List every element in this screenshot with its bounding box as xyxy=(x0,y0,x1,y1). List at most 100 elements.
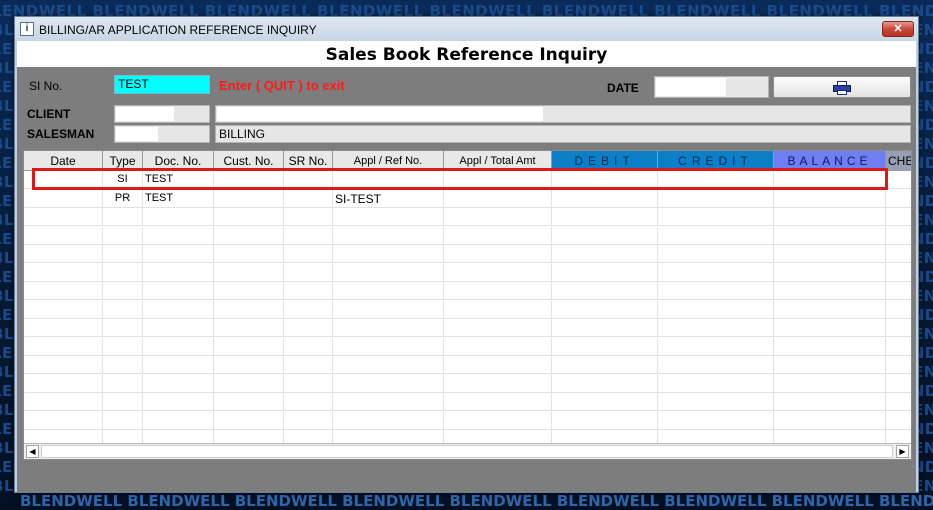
cell-check[interactable] xyxy=(886,282,911,300)
print-button[interactable] xyxy=(773,76,911,98)
cell-cust-no[interactable] xyxy=(214,356,284,374)
cell-debit[interactable] xyxy=(552,171,658,189)
cell-debit[interactable] xyxy=(552,300,658,319)
cell-appl-total[interactable] xyxy=(444,245,552,263)
cell-appl-total[interactable] xyxy=(444,282,552,300)
table-row[interactable] xyxy=(24,245,911,263)
cell-appl-total[interactable] xyxy=(444,226,552,245)
cell-type[interactable] xyxy=(103,393,143,411)
cell-debit[interactable] xyxy=(552,356,658,374)
cell-date[interactable] xyxy=(24,300,103,319)
cell-debit[interactable] xyxy=(552,337,658,356)
cell-type[interactable] xyxy=(103,319,143,337)
cell-appl-ref[interactable] xyxy=(333,393,444,411)
cell-sr-no[interactable] xyxy=(284,263,333,282)
cell-balance[interactable] xyxy=(774,171,886,189)
cell-appl-ref[interactable] xyxy=(333,300,444,319)
cell-appl-ref[interactable] xyxy=(333,374,444,393)
cell-cust-no[interactable] xyxy=(214,411,284,430)
col-header-type[interactable]: Type xyxy=(103,151,143,171)
cell-sr-no[interactable] xyxy=(284,189,333,208)
table-row[interactable] xyxy=(24,263,911,282)
scroll-left-icon[interactable]: ◀ xyxy=(26,445,39,458)
cell-balance[interactable] xyxy=(774,393,886,411)
cell-credit[interactable] xyxy=(658,189,774,208)
cell-balance[interactable] xyxy=(774,226,886,245)
cell-sr-no[interactable] xyxy=(284,319,333,337)
cell-credit[interactable] xyxy=(658,374,774,393)
cell-doc-no[interactable] xyxy=(143,226,214,245)
cell-doc-no[interactable] xyxy=(143,282,214,300)
cell-date[interactable] xyxy=(24,282,103,300)
cell-type[interactable] xyxy=(103,245,143,263)
cell-date[interactable] xyxy=(24,356,103,374)
cell-sr-no[interactable] xyxy=(284,393,333,411)
date-field[interactable] xyxy=(654,76,769,98)
cell-doc-no[interactable] xyxy=(143,356,214,374)
cell-doc-no[interactable]: TEST xyxy=(143,171,214,189)
cell-debit[interactable] xyxy=(552,393,658,411)
cell-sr-no[interactable] xyxy=(284,282,333,300)
cell-appl-ref[interactable] xyxy=(333,226,444,245)
cell-debit[interactable] xyxy=(552,208,658,226)
client-name-field[interactable] xyxy=(215,105,911,123)
cell-appl-ref[interactable] xyxy=(333,411,444,430)
cell-doc-no[interactable] xyxy=(143,411,214,430)
cell-credit[interactable] xyxy=(658,245,774,263)
cell-cust-no[interactable] xyxy=(214,337,284,356)
cell-check[interactable] xyxy=(886,393,911,411)
cell-appl-total[interactable] xyxy=(444,393,552,411)
scroll-right-icon[interactable]: ▶ xyxy=(896,445,909,458)
cell-check[interactable] xyxy=(886,375,911,393)
cell-credit[interactable] xyxy=(658,282,774,300)
cell-credit[interactable] xyxy=(658,171,774,189)
salesman-code-field[interactable] xyxy=(114,125,210,143)
cell-debit[interactable] xyxy=(552,189,658,208)
cell-appl-ref[interactable] xyxy=(333,208,444,226)
salesman-name-field[interactable]: BILLING xyxy=(215,125,911,143)
table-row[interactable]: PR TEST SI-TEST xyxy=(24,189,911,208)
close-button[interactable]: ✕ xyxy=(882,21,914,37)
cell-doc-no[interactable] xyxy=(143,245,214,263)
cell-type[interactable] xyxy=(103,226,143,245)
cell-type[interactable] xyxy=(103,356,143,374)
cell-date[interactable] xyxy=(24,393,103,411)
cell-check[interactable] xyxy=(886,264,911,282)
cell-balance[interactable] xyxy=(774,319,886,337)
cell-check[interactable] xyxy=(886,208,911,226)
cell-appl-total[interactable] xyxy=(444,337,552,356)
cell-cust-no[interactable] xyxy=(214,245,284,263)
cell-check[interactable] xyxy=(886,301,911,319)
cell-type[interactable] xyxy=(103,282,143,300)
cell-appl-ref[interactable] xyxy=(333,319,444,337)
cell-cust-no[interactable] xyxy=(214,189,284,208)
table-row[interactable] xyxy=(24,319,911,337)
col-header-check[interactable]: CHE xyxy=(886,151,911,171)
scroll-track[interactable] xyxy=(41,445,893,458)
cell-credit[interactable] xyxy=(658,337,774,356)
cell-cust-no[interactable] xyxy=(214,226,284,245)
cell-cust-no[interactable] xyxy=(214,374,284,393)
cell-cust-no[interactable] xyxy=(214,263,284,282)
cell-credit[interactable] xyxy=(658,226,774,245)
cell-doc-no[interactable] xyxy=(143,300,214,319)
table-row[interactable] xyxy=(24,374,911,393)
cell-date[interactable] xyxy=(24,189,103,208)
cell-balance[interactable] xyxy=(774,300,886,319)
cell-cust-no[interactable] xyxy=(214,171,284,189)
si-input[interactable]: TEST xyxy=(114,75,210,94)
cell-sr-no[interactable] xyxy=(284,171,333,189)
cell-appl-ref[interactable] xyxy=(333,356,444,374)
col-header-date[interactable]: Date xyxy=(24,151,103,171)
cell-debit[interactable] xyxy=(552,226,658,245)
table-row[interactable] xyxy=(24,208,911,226)
cell-appl-ref[interactable] xyxy=(333,282,444,300)
cell-sr-no[interactable] xyxy=(284,208,333,226)
table-row[interactable] xyxy=(24,411,911,430)
cell-appl-total[interactable] xyxy=(444,171,552,189)
cell-balance[interactable] xyxy=(774,374,886,393)
cell-check[interactable] xyxy=(886,319,911,337)
cell-debit[interactable] xyxy=(552,319,658,337)
cell-type[interactable] xyxy=(103,208,143,226)
table-row[interactable] xyxy=(24,356,911,374)
